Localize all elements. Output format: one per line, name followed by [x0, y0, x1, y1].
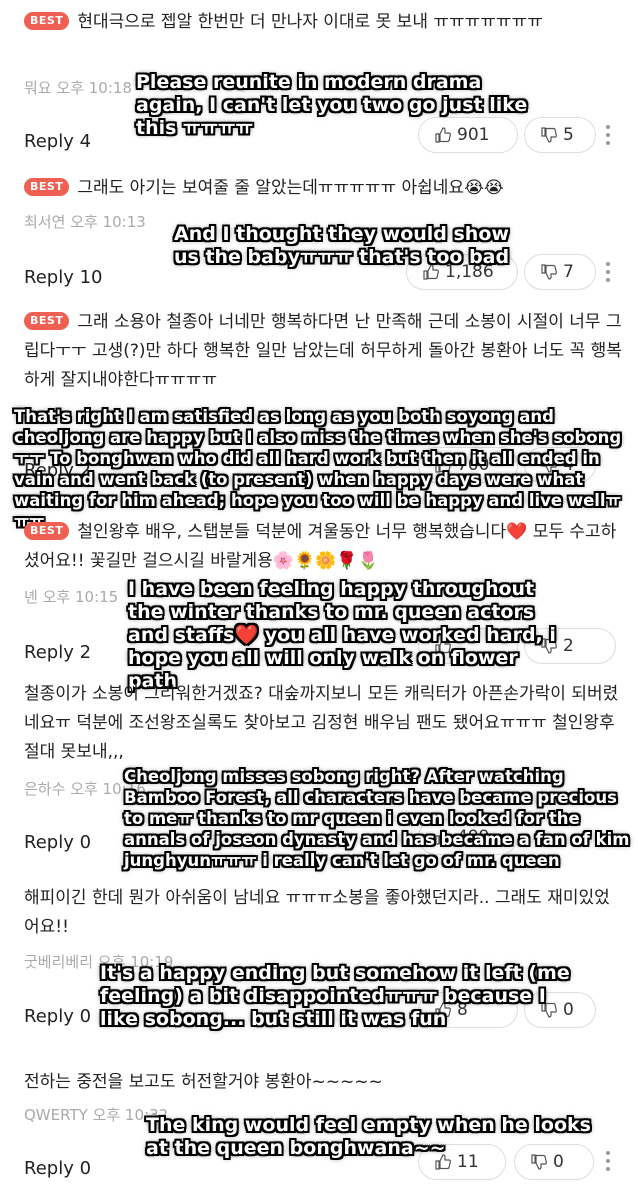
comment-item: BEST 그래도 아기는 보여줄 줄 알았는데ㅠㅠㅠㅠㅠ 아쉽네요😭😭 최서연 오…	[0, 165, 638, 300]
comment-item: 해피이긴 한데 뭔가 아쉬움이 남네요 ㅠㅠㅠ소봉을 좋아했던지라.. 그래도 …	[0, 880, 638, 1050]
comment-body: 철종이가 소봉이 그리워한거겠죠? 대숲까지보니 모든 캐릭터가 아픈손가락이 …	[24, 680, 624, 767]
comment-meta: 녠 오후 10:15	[24, 586, 118, 607]
comment-text: 철인왕후 배우, 스탭분들 덕분에 겨울동안 너무 행복했습니다❤️ 모두 수고…	[24, 522, 617, 571]
comment-body: BEST 그래도 아기는 보여줄 줄 알았는데ㅠㅠㅠㅠㅠ 아쉽네요😭😭	[24, 174, 624, 203]
reply-button[interactable]: Reply 2	[24, 642, 91, 663]
comment-author: 굿베리베리	[24, 953, 94, 971]
comment-author: 녠	[24, 588, 38, 606]
comment-body: 전하는 중전을 보고도 허전할거야 봉환아~~~~~	[24, 1068, 624, 1097]
translation-caption: Please reunite in modern drama again, I …	[136, 71, 528, 139]
translation-caption: I have been feeling happy throughout the…	[128, 578, 556, 692]
reply-button[interactable]: Reply 0	[24, 1006, 91, 1027]
dislike-count: 5	[563, 125, 574, 145]
comment-item: 철종이가 소봉이 그리워한거겠죠? 대숲까지보니 모든 캐릭터가 아픈손가락이 …	[0, 680, 638, 880]
dislike-count: 7	[563, 262, 574, 282]
comment-item: BEST 그래 소용아 철종아 너네만 행복하다면 난 만족해 근데 소봉이 시절…	[0, 300, 638, 531]
comment-item: 전하는 중전을 보고도 허전할거야 봉환아~~~~~ QWERTY 오후 10:…	[0, 1050, 638, 1200]
comment-text: 그래도 아기는 보여줄 줄 알았는데ㅠㅠㅠㅠㅠ 아쉽네요😭😭	[77, 178, 504, 198]
comment-text: 전하는 중전을 보고도 허전할거야 봉환아~~~~~	[24, 1072, 383, 1092]
comment-meta: 뭐요 오후 10:18	[24, 77, 132, 98]
comment-body: BEST 그래 소용아 철종아 너네만 행복하다면 난 만족해 근데 소봉이 시절…	[24, 308, 624, 395]
comment-body: 해피이긴 한데 뭔가 아쉬움이 남네요 ㅠㅠㅠ소봉을 좋아했던지라.. 그래도 …	[24, 884, 624, 942]
comment-time: 오후 10:15	[42, 588, 119, 606]
more-vertical-icon[interactable]	[605, 124, 611, 146]
comment-item: BEST 현대극으로 젭알 한번만 더 만나자 이대로 못 보내 ㅠㅠㅠㅠㅠㅠㅠ …	[0, 0, 638, 165]
comment-author: 은하수	[24, 780, 66, 798]
comment-body: BEST 철인왕후 배우, 스탭분들 덕분에 겨울동안 너무 행복했습니다❤️ 모…	[24, 518, 624, 576]
comment-text: 철종이가 소봉이 그리워한거겠죠? 대숲까지보니 모든 캐릭터가 아픈손가락이 …	[24, 684, 619, 762]
more-vertical-icon[interactable]	[605, 261, 611, 283]
reply-button[interactable]: Reply 0	[24, 1158, 91, 1179]
comment-body: BEST 현대극으로 젭알 한번만 더 만나자 이대로 못 보내 ㅠㅠㅠㅠㅠㅠㅠ	[24, 8, 624, 37]
translation-caption: Cheoljong misses sobong right? After wat…	[124, 767, 630, 870]
translation-caption: The king would feel empty when he looks …	[146, 1114, 591, 1159]
translation-caption: And I thought they would show us the bab…	[174, 223, 510, 268]
reply-button[interactable]: Reply 10	[24, 267, 102, 288]
comment-text: 해피이긴 한데 뭔가 아쉬움이 남네요 ㅠㅠㅠ소봉을 좋아했던지라.. 그래도 …	[24, 888, 610, 937]
translation-caption: It's a happy ending but somehow it left …	[100, 962, 570, 1030]
best-badge: BEST	[24, 522, 70, 540]
reply-button[interactable]: Reply 0	[24, 832, 91, 853]
comment-author: QWERTY	[24, 1106, 88, 1124]
comment-time: 오후 10:18	[56, 79, 132, 97]
comment-meta: 최서연 오후 10:13	[24, 211, 146, 232]
comment-item: BEST 철인왕후 배우, 스탭분들 덕분에 겨울동안 너무 행복했습니다❤️ 모…	[0, 510, 638, 692]
comment-author: 뭐요	[24, 79, 52, 97]
best-badge: BEST	[24, 178, 70, 196]
best-badge: BEST	[24, 12, 70, 30]
dislike-button[interactable]: 7	[524, 254, 596, 290]
thumbs-down-icon	[541, 264, 557, 280]
comment-text: 현대극으로 젭알 한번만 더 만나자 이대로 못 보내 ㅠㅠㅠㅠㅠㅠㅠ	[77, 12, 543, 32]
comment-time: 오후 10:13	[70, 213, 146, 231]
reply-button[interactable]: Reply 4	[24, 131, 91, 152]
comment-author: 최서연	[24, 213, 66, 231]
comment-text: 그래 소용아 철종아 너네만 행복하다면 난 만족해 근데 소봉이 시절이 너무…	[24, 312, 622, 390]
best-badge: BEST	[24, 312, 70, 330]
